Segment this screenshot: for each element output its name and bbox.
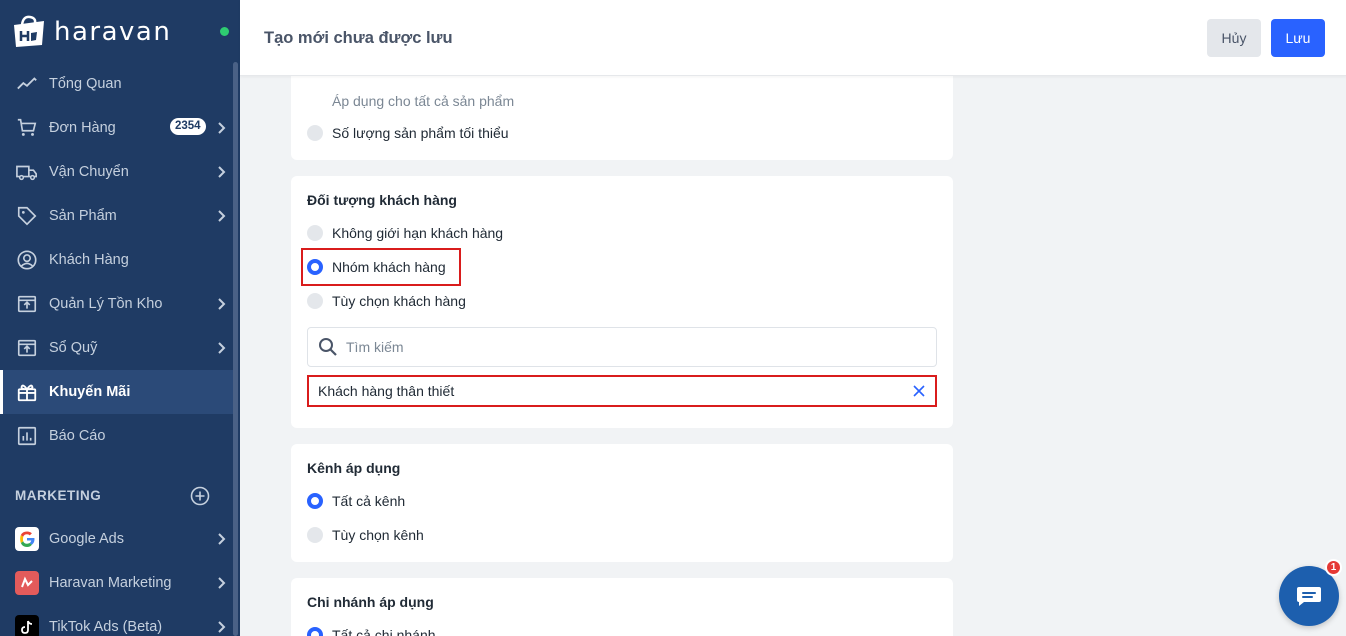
- cashbook-icon: [15, 336, 39, 360]
- add-channel-icon[interactable]: [190, 486, 210, 506]
- report-icon: [15, 424, 39, 448]
- sidebar-item-bao-cao[interactable]: Báo Cáo: [0, 414, 234, 458]
- radio-button[interactable]: [307, 225, 323, 241]
- sidebar-item-label: Tổng Quan: [49, 76, 122, 92]
- haravan-bag-icon: [14, 15, 44, 47]
- radio-label: Không giới hạn khách hàng: [332, 225, 504, 241]
- sidebar-item-label: Báo Cáo: [49, 428, 106, 444]
- radio-customer-group[interactable]: Nhóm khách hàng: [307, 259, 446, 275]
- order-count-badge: 2354: [170, 118, 206, 135]
- radio-button[interactable]: [307, 627, 323, 636]
- section-title: Kênh áp dụng: [307, 460, 401, 476]
- chevron-right-icon: [218, 342, 226, 354]
- radio-button[interactable]: [307, 293, 323, 309]
- sidebar-item-label: Sổ Quỹ: [49, 340, 98, 356]
- section-title: Chi nhánh áp dụng: [307, 594, 434, 610]
- radio-all-channels[interactable]: Tất cả kênh: [307, 493, 405, 509]
- tiktok-icon: [15, 615, 39, 636]
- search-icon: [319, 338, 337, 356]
- radio-custom-customers[interactable]: Tùy chọn khách hàng: [307, 293, 466, 309]
- radio-label: Số lượng sản phẩm tối thiểu: [332, 125, 509, 141]
- radio-label: Tùy chọn kênh: [332, 527, 424, 543]
- radio-label: Tất cả kênh: [332, 493, 406, 509]
- sidebar-item-google-ads[interactable]: Google Ads: [0, 517, 234, 561]
- cancel-button[interactable]: Hủy: [1207, 19, 1261, 57]
- sidebar-item-khuyen-mai[interactable]: Khuyến Mãi: [0, 370, 234, 414]
- page-title: Tạo mới chưa được lưu: [264, 29, 453, 47]
- sidebar-item-label: Vận Chuyển: [49, 164, 129, 180]
- search-input[interactable]: [346, 339, 906, 355]
- haravan-marketing-icon: [15, 571, 39, 595]
- radio-button[interactable]: [307, 527, 323, 543]
- close-icon[interactable]: [913, 385, 925, 397]
- chat-bubble-icon: [1297, 587, 1321, 606]
- online-status-dot: [220, 27, 229, 36]
- radio-button[interactable]: [307, 125, 323, 141]
- radio-all-branches[interactable]: Tất cả chi nhánh: [307, 627, 436, 636]
- sidebar-item-label: Google Ads: [49, 531, 124, 547]
- radio-label: Tùy chọn khách hàng: [332, 293, 466, 309]
- main-nav: Tổng Quan Đơn Hàng 2354 Vận Chuyển Sản P…: [0, 62, 234, 458]
- chevron-right-icon: [218, 210, 226, 222]
- haravan-logo[interactable]: haravan: [10, 14, 171, 50]
- chevron-right-icon: [218, 298, 226, 310]
- sidebar-item-san-pham[interactable]: Sản Phẩm: [0, 194, 234, 238]
- sidebar-item-label: Quản Lý Tồn Kho: [49, 296, 163, 312]
- save-button[interactable]: Lưu: [1271, 19, 1325, 57]
- chevron-right-icon: [218, 166, 226, 178]
- selected-customer-group: Khách hàng thân thiết: [307, 375, 937, 407]
- sidebar-item-don-hang[interactable]: Đơn Hàng 2354: [0, 106, 234, 150]
- chevron-right-icon: [218, 621, 226, 633]
- sidebar-item-label: Khách Hàng: [49, 252, 129, 268]
- customer-group-search[interactable]: [307, 327, 937, 367]
- sidebar-item-tiktok-ads[interactable]: TikTok Ads (Beta): [0, 605, 234, 636]
- sidebar-item-label: TikTok Ads (Beta): [49, 619, 163, 635]
- sidebar-item-label: Sản Phẩm: [49, 208, 117, 224]
- sidebar-item-label: Khuyến Mãi: [49, 384, 131, 400]
- sidebar-item-tong-quan[interactable]: Tổng Quan: [0, 62, 234, 106]
- radio-custom-channels[interactable]: Tùy chọn kênh: [307, 527, 424, 543]
- selected-group-label: Khách hàng thân thiết: [318, 383, 455, 399]
- sidebar-item-van-chuyen[interactable]: Vận Chuyển: [0, 150, 234, 194]
- chart-line-icon: [15, 72, 39, 96]
- user-circle-icon: [15, 248, 39, 272]
- radio-button[interactable]: [307, 493, 323, 509]
- chevron-right-icon: [218, 533, 226, 545]
- branches-card: Chi nhánh áp dụng Tất cả chi nhánh: [291, 578, 953, 636]
- radio-min-quantity[interactable]: Số lượng sản phẩm tối thiểu: [307, 125, 509, 141]
- sidebar-item-haravan-marketing[interactable]: Haravan Marketing: [0, 561, 234, 605]
- customer-target-card: Đối tượng khách hàng Không giới hạn khác…: [291, 176, 953, 428]
- sidebar-item-khach-hang[interactable]: Khách Hàng: [0, 238, 234, 282]
- google-icon: [15, 527, 39, 551]
- truck-icon: [15, 160, 39, 184]
- gift-icon: [15, 380, 39, 404]
- chevron-right-icon: [218, 122, 226, 134]
- marketing-section-label: MARKETING: [15, 488, 102, 503]
- brand-name: haravan: [54, 17, 172, 47]
- chevron-right-icon: [218, 577, 226, 589]
- page-header: Tạo mới chưa được lưu Hủy Lưu: [240, 0, 1346, 76]
- radio-label: Nhóm khách hàng: [332, 259, 446, 275]
- sidebar: haravan Tổng Quan Đơn Hàng 2354 Vận Chuy…: [0, 0, 240, 636]
- helper-text: Áp dụng cho tất cả sản phẩm: [332, 93, 515, 109]
- sidebar-scrollbar[interactable]: [233, 62, 238, 636]
- sidebar-item-so-quy[interactable]: Sổ Quỹ: [0, 326, 234, 370]
- chat-unread-badge: 1: [1325, 559, 1342, 576]
- radio-label: Tất cả chi nhánh: [332, 627, 436, 636]
- inventory-box-icon: [15, 292, 39, 316]
- radio-button[interactable]: [307, 259, 323, 275]
- sidebar-item-quan-ly-ton-kho[interactable]: Quản Lý Tồn Kho: [0, 282, 234, 326]
- channels-card: Kênh áp dụng Tất cả kênh Tùy chọn kênh: [291, 444, 953, 562]
- sidebar-item-label: Đơn Hàng: [49, 120, 116, 136]
- radio-no-limit[interactable]: Không giới hạn khách hàng: [307, 225, 503, 241]
- tag-icon: [15, 204, 39, 228]
- cart-icon: [15, 116, 39, 140]
- sidebar-item-label: Haravan Marketing: [49, 575, 172, 591]
- section-title: Đối tượng khách hàng: [307, 192, 457, 208]
